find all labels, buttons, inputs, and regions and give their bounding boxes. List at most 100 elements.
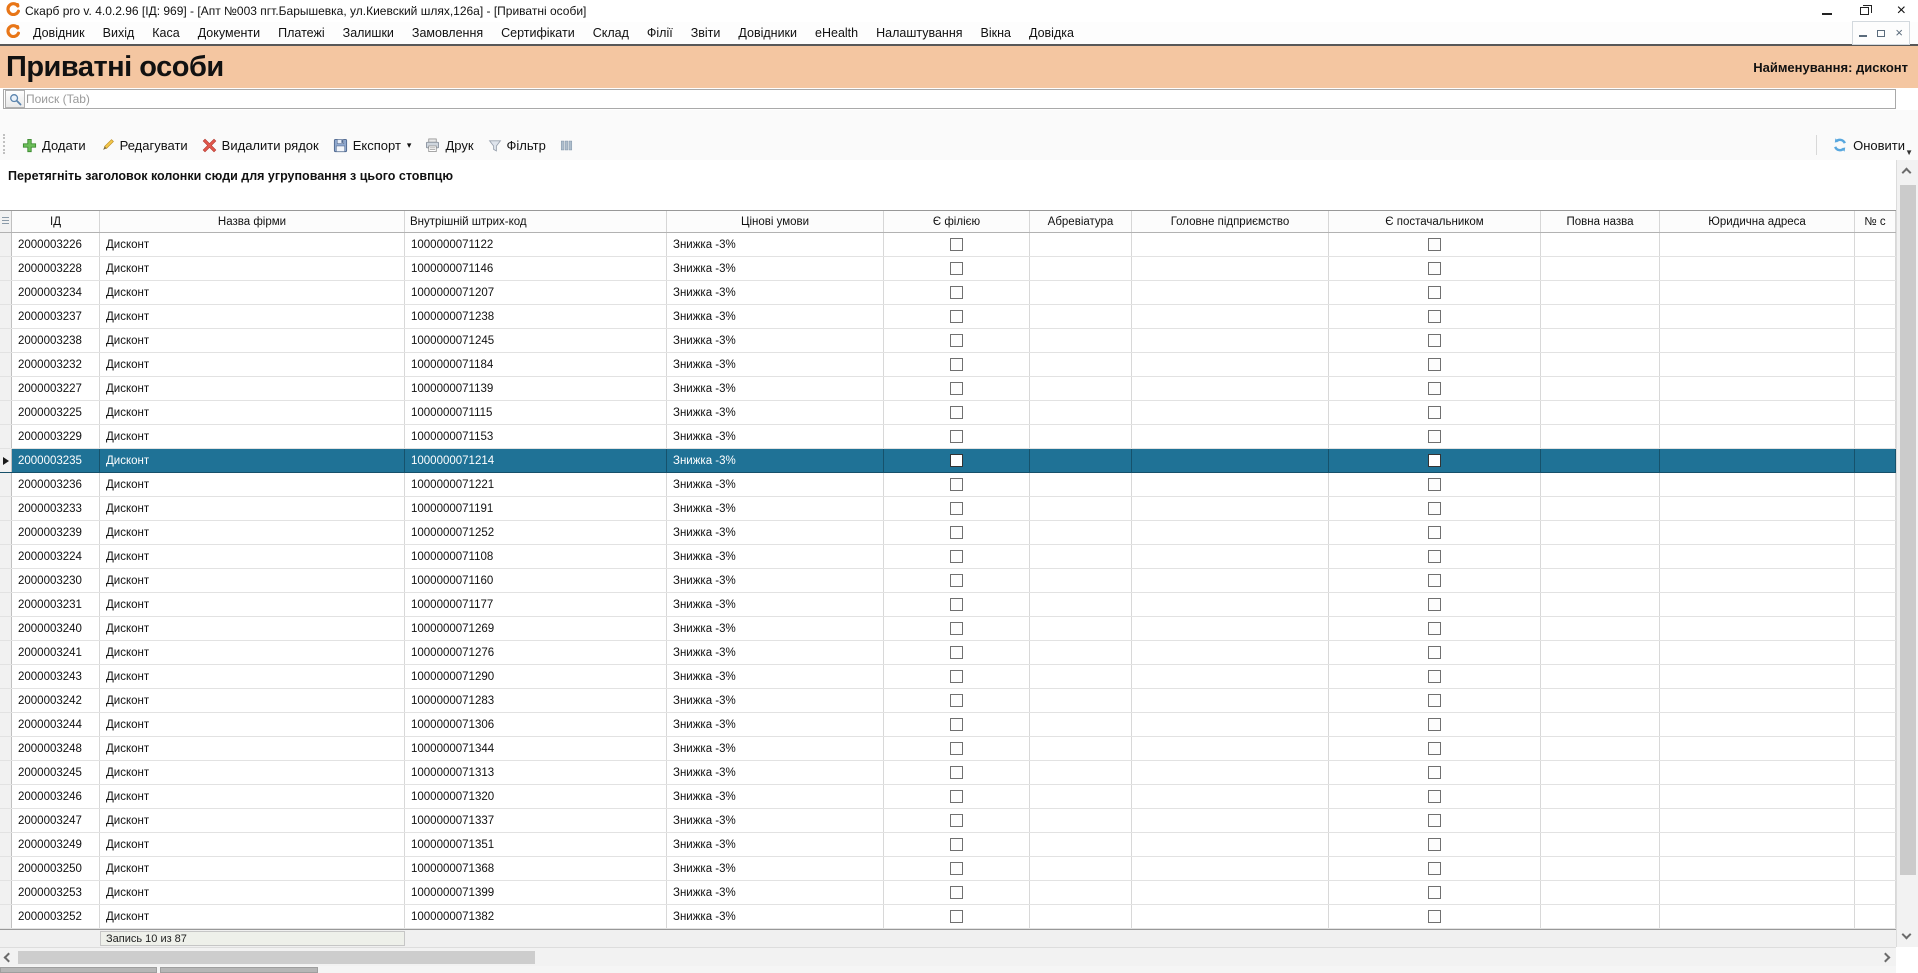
column-header-is_supplier[interactable]: Є постачальником — [1329, 211, 1541, 232]
table-row[interactable]: 2000003230Дисконт1000000071160Знижка -3% — [0, 569, 1896, 593]
is_branch-checkbox[interactable] — [950, 382, 963, 395]
is_branch-checkbox[interactable] — [950, 526, 963, 539]
is_branch-checkbox[interactable] — [950, 598, 963, 611]
is_branch-checkbox[interactable] — [950, 622, 963, 635]
table-row[interactable]: 2000003232Дисконт1000000071184Знижка -3% — [0, 353, 1896, 377]
table-row[interactable]: 2000003243Дисконт1000000071290Знижка -3% — [0, 665, 1896, 689]
table-row[interactable]: 2000003240Дисконт1000000071269Знижка -3% — [0, 617, 1896, 641]
is_branch-checkbox[interactable] — [950, 358, 963, 371]
table-row[interactable]: 2000003247Дисконт1000000071337Знижка -3% — [0, 809, 1896, 833]
vertical-scrollbar[interactable] — [1896, 160, 1918, 947]
is_supplier-checkbox[interactable] — [1428, 718, 1441, 731]
is_branch-checkbox[interactable] — [950, 742, 963, 755]
table-row[interactable]: 2000003252Дисконт1000000071382Знижка -3% — [0, 905, 1896, 929]
is_branch-checkbox[interactable] — [950, 910, 963, 923]
is_supplier-checkbox[interactable] — [1428, 670, 1441, 683]
table-row[interactable]: 2000003245Дисконт1000000071313Знижка -3% — [0, 761, 1896, 785]
is_supplier-checkbox[interactable] — [1428, 766, 1441, 779]
menu-item-15[interactable]: Довідка — [1020, 24, 1083, 42]
is_branch-checkbox[interactable] — [950, 478, 963, 491]
horizontal-scrollbar[interactable] — [0, 947, 1896, 966]
table-row[interactable]: 2000003224Дисконт1000000071108Знижка -3% — [0, 545, 1896, 569]
table-row[interactable]: 2000003226Дисконт1000000071122Знижка -3% — [0, 233, 1896, 257]
column-header-legal_address[interactable]: Юридична адреса — [1660, 211, 1855, 232]
mdi-close-icon[interactable] — [1895, 24, 1903, 42]
table-row[interactable]: 2000003237Дисконт1000000071238Знижка -3% — [0, 305, 1896, 329]
is_supplier-checkbox[interactable] — [1428, 814, 1441, 827]
is_branch-checkbox[interactable] — [950, 790, 963, 803]
is_branch-checkbox[interactable] — [950, 238, 963, 251]
menu-item-3[interactable]: Документи — [189, 24, 269, 42]
is_supplier-checkbox[interactable] — [1428, 286, 1441, 299]
menu-item-11[interactable]: Довідники — [729, 24, 806, 42]
is_supplier-checkbox[interactable] — [1428, 238, 1441, 251]
mdi-restore-icon[interactable] — [1877, 30, 1885, 37]
menu-item-13[interactable]: Налаштування — [867, 24, 971, 42]
menu-item-14[interactable]: Вікна — [972, 24, 1020, 42]
is_branch-checkbox[interactable] — [950, 454, 963, 467]
is_branch-checkbox[interactable] — [950, 334, 963, 347]
columns-button[interactable] — [553, 137, 580, 154]
is_supplier-checkbox[interactable] — [1428, 622, 1441, 635]
menu-item-8[interactable]: Склад — [584, 24, 638, 42]
table-row[interactable]: 2000003242Дисконт1000000071283Знижка -3% — [0, 689, 1896, 713]
filter-button[interactable]: Фільтр — [481, 136, 553, 155]
scroll-down-icon[interactable] — [1902, 930, 1912, 940]
is_supplier-checkbox[interactable] — [1428, 694, 1441, 707]
column-header-price_terms[interactable]: Цінові умови — [667, 211, 884, 232]
menu-item-7[interactable]: Сертифікати — [492, 24, 584, 42]
column-header-company[interactable]: Назва фірми — [100, 211, 405, 232]
print-button[interactable]: Друк — [418, 136, 480, 155]
table-row[interactable]: 2000003229Дисконт1000000071153Знижка -3% — [0, 425, 1896, 449]
toolbar-grip-handle[interactable] — [3, 134, 7, 154]
column-header-abbreviation[interactable]: Абревіатура — [1030, 211, 1132, 232]
edit-button[interactable]: Редагувати — [93, 136, 195, 155]
is_branch-checkbox[interactable] — [950, 814, 963, 827]
is_supplier-checkbox[interactable] — [1428, 646, 1441, 659]
is_supplier-checkbox[interactable] — [1428, 406, 1441, 419]
menu-item-2[interactable]: Каса — [143, 24, 188, 42]
vertical-scroll-thumb[interactable] — [1900, 185, 1916, 875]
table-row[interactable]: 2000003234Дисконт1000000071207Знижка -3% — [0, 281, 1896, 305]
is_supplier-checkbox[interactable] — [1428, 310, 1441, 323]
is_branch-checkbox[interactable] — [950, 502, 963, 515]
is_supplier-checkbox[interactable] — [1428, 574, 1441, 587]
table-row[interactable]: 2000003244Дисконт1000000071306Знижка -3% — [0, 713, 1896, 737]
is_branch-checkbox[interactable] — [950, 886, 963, 899]
column-header-id[interactable]: ІД — [12, 211, 100, 232]
menu-item-6[interactable]: Замовлення — [403, 24, 492, 42]
mdi-minimize-icon[interactable] — [1859, 30, 1867, 37]
is_supplier-checkbox[interactable] — [1428, 598, 1441, 611]
scroll-right-icon[interactable] — [1881, 953, 1891, 963]
minimize-icon[interactable] — [1822, 7, 1832, 15]
table-row[interactable]: 2000003238Дисконт1000000071245Знижка -3% — [0, 329, 1896, 353]
is_branch-checkbox[interactable] — [950, 574, 963, 587]
add-button[interactable]: Додати — [15, 136, 93, 155]
column-header-is_branch[interactable]: Є філією — [884, 211, 1030, 232]
column-header-full_name[interactable]: Повна назва — [1541, 211, 1660, 232]
toolbar-overflow-icon[interactable]: ▼ — [1905, 148, 1913, 157]
is_supplier-checkbox[interactable] — [1428, 262, 1441, 275]
search-box[interactable] — [3, 89, 1896, 109]
menu-item-12[interactable]: eHealth — [806, 24, 867, 42]
is_supplier-checkbox[interactable] — [1428, 334, 1441, 347]
table-row[interactable]: 2000003236Дисконт1000000071221Знижка -3% — [0, 473, 1896, 497]
close-icon[interactable] — [1897, 2, 1906, 20]
table-row[interactable]: 2000003248Дисконт1000000071344Знижка -3% — [0, 737, 1896, 761]
table-row[interactable]: 2000003231Дисконт1000000071177Знижка -3% — [0, 593, 1896, 617]
is_branch-checkbox[interactable] — [950, 718, 963, 731]
scroll-left-icon[interactable] — [4, 953, 14, 963]
scroll-up-icon[interactable] — [1902, 168, 1912, 178]
table-row[interactable]: 2000003227Дисконт1000000071139Знижка -3% — [0, 377, 1896, 401]
is_branch-checkbox[interactable] — [950, 838, 963, 851]
is_supplier-checkbox[interactable] — [1428, 358, 1441, 371]
is_branch-checkbox[interactable] — [950, 550, 963, 563]
is_supplier-checkbox[interactable] — [1428, 862, 1441, 875]
column-header-cert_number[interactable]: № с — [1855, 211, 1896, 232]
table-row[interactable]: 2000003241Дисконт1000000071276Знижка -3% — [0, 641, 1896, 665]
restore-icon[interactable] — [1860, 7, 1869, 15]
menu-item-9[interactable]: Філії — [638, 24, 682, 42]
is_supplier-checkbox[interactable] — [1428, 430, 1441, 443]
is_supplier-checkbox[interactable] — [1428, 550, 1441, 563]
table-row[interactable]: 2000003253Дисконт1000000071399Знижка -3% — [0, 881, 1896, 905]
